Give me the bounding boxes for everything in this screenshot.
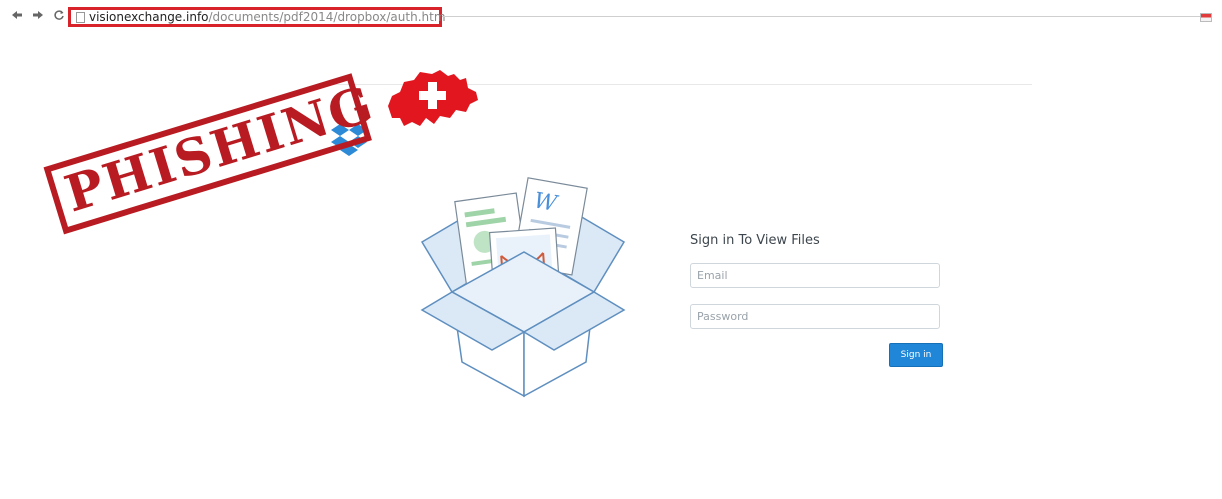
language-flag-icon[interactable] — [1200, 13, 1212, 22]
browser-toolbar: visionexchange.info/documents/pdf2014/dr… — [0, 0, 1222, 34]
address-bar-highlight[interactable]: visionexchange.info/documents/pdf2014/dr… — [68, 7, 446, 27]
email-field[interactable] — [690, 263, 940, 288]
signin-button[interactable]: Sign in — [889, 343, 943, 367]
url-domain: visionexchange.info — [89, 10, 209, 24]
address-bar-url[interactable]: visionexchange.info/documents/pdf2014/dr… — [89, 10, 446, 25]
signin-heading: Sign in To View Files — [690, 233, 820, 248]
back-arrow-icon[interactable] — [10, 9, 24, 23]
open-box-illustration: W — [420, 177, 626, 398]
reload-icon[interactable] — [52, 9, 66, 23]
switzerland-map-icon — [388, 70, 478, 126]
page-icon — [76, 12, 85, 23]
phishing-stamp: PHISHING — [26, 14, 381, 235]
password-field[interactable] — [690, 304, 940, 329]
toolbar-divider — [442, 16, 1200, 17]
forward-arrow-icon[interactable] — [31, 9, 45, 23]
